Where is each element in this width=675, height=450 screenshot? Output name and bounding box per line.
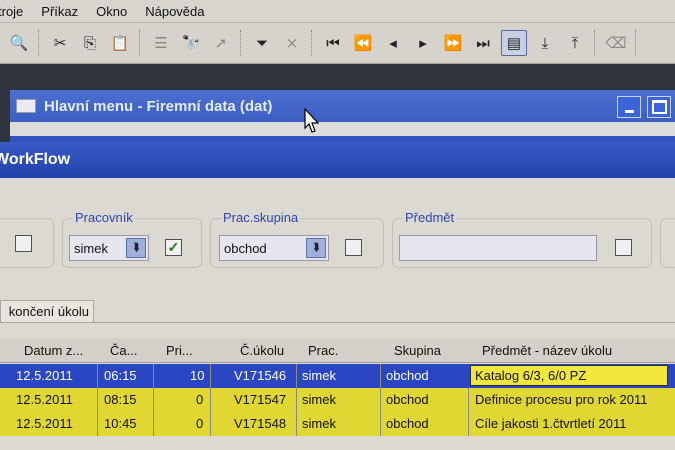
minimize-button[interactable] bbox=[617, 96, 641, 118]
toolbar: 🔍 ✂ ⎘ 📋 ☰ 🔭 ➚ ⏷ ⨯ ⏮ ⏪ ◂ ▸ ⏩ ⏭ ▤ ⤓ ⤒ ⌫ bbox=[0, 23, 675, 64]
copy-icon[interactable]: ⎘ bbox=[78, 31, 102, 55]
col-date[interactable]: Datum z... bbox=[24, 343, 83, 358]
paste-icon[interactable]: 📋 bbox=[108, 31, 132, 55]
cell-time: 06:15 bbox=[104, 368, 137, 383]
find-next-icon[interactable]: ➚ bbox=[209, 31, 233, 55]
main-menu-window: Hlavní menu - Firemní data (dat) bbox=[10, 90, 675, 150]
dropdown-arrow-icon[interactable]: ⮯ bbox=[126, 238, 146, 258]
cell-task-number: V171546 bbox=[234, 368, 287, 383]
main-menu-body bbox=[10, 122, 675, 136]
next-page-icon[interactable]: ⏩ bbox=[441, 31, 465, 55]
worker-label: Pracovník bbox=[73, 210, 135, 225]
toolbar-separator bbox=[594, 30, 597, 56]
workflow-titlebar[interactable]: WorkFlow bbox=[0, 142, 675, 178]
cell-priority: 10 bbox=[190, 368, 205, 383]
prev-page-icon[interactable]: ⏪ bbox=[351, 31, 375, 55]
menu-window[interactable]: Okno bbox=[96, 4, 127, 19]
export-icon[interactable]: ⤒ bbox=[563, 31, 587, 55]
filter-group-subject: Předmět bbox=[392, 210, 652, 268]
cell-priority: 0 bbox=[196, 416, 204, 431]
subject-input[interactable] bbox=[399, 235, 597, 261]
table-row[interactable]: 12.5.2011 06:15 10 V171546 simek obchod … bbox=[0, 364, 675, 388]
next-icon[interactable]: ▸ bbox=[411, 31, 435, 55]
filter-icon[interactable]: ⏷ bbox=[250, 31, 274, 55]
filter-off-icon[interactable]: ⨯ bbox=[280, 31, 304, 55]
col-subject[interactable]: Předmět - název úkolu bbox=[482, 343, 612, 358]
main-menu-title: Hlavní menu - Firemní data (dat) bbox=[44, 97, 273, 115]
workgroup-value: obchod bbox=[224, 240, 267, 256]
find-icon[interactable]: 🔭 bbox=[179, 31, 203, 55]
main-menu-titlebar[interactable]: Hlavní menu - Firemní data (dat) bbox=[10, 90, 675, 122]
cell-subject: Definice procesu pro rok 2011 bbox=[475, 392, 648, 407]
cell-task-number: V171548 bbox=[234, 416, 287, 431]
menu-command[interactable]: Příkaz bbox=[41, 4, 78, 19]
cell-date: 12.5.2011 bbox=[16, 392, 73, 407]
worker-value: simek bbox=[74, 240, 108, 256]
filter-group-worker: Pracovník simek ⮯ ✓ bbox=[62, 210, 202, 268]
toolbar-separator bbox=[635, 30, 638, 56]
workgroup-combo[interactable]: obchod ⮯ bbox=[219, 235, 329, 261]
first-icon[interactable]: ⏮ bbox=[321, 31, 345, 55]
cell-subject: Cíle jakosti 1.čtvrtletí 2011 bbox=[475, 416, 627, 431]
menu-bar: troje Příkaz Okno Nápověda bbox=[0, 0, 675, 23]
filter-left-checkbox[interactable] bbox=[15, 235, 32, 252]
menu-tools[interactable]: troje bbox=[0, 4, 23, 19]
toolbar-separator bbox=[38, 30, 41, 56]
col-group[interactable]: Skupina bbox=[394, 343, 441, 358]
form-icon[interactable]: ▤ bbox=[501, 30, 527, 56]
cell-group: obchod bbox=[386, 368, 429, 383]
menu-help[interactable]: Nápověda bbox=[145, 4, 204, 19]
cell-priority: 0 bbox=[196, 392, 204, 407]
cell-time: 08:15 bbox=[104, 392, 137, 407]
table-header: Datum z... Ča... Pri... Č.úkolu Prac. Sk… bbox=[0, 338, 675, 363]
table-row[interactable]: 12.5.2011 08:15 0 V171547 simek obchod D… bbox=[0, 388, 675, 412]
maximize-button[interactable] bbox=[647, 96, 671, 118]
cell-task-number: V171547 bbox=[234, 392, 287, 407]
clear-icon[interactable]: ⌫ bbox=[604, 31, 628, 55]
subject-cell-editor[interactable]: Katalog 6/3, 6/0 PZ bbox=[470, 365, 668, 386]
workflow-title: WorkFlow bbox=[0, 151, 71, 168]
tab-task-completion[interactable]: končení úkolu bbox=[0, 300, 94, 322]
table-row[interactable]: 12.5.2011 10:45 0 V171548 simek obchod C… bbox=[0, 412, 675, 436]
col-worker[interactable]: Prac. bbox=[308, 343, 338, 358]
mouse-cursor-icon bbox=[304, 108, 320, 133]
workflow-window: WorkFlow Pracovník simek ⮯ ✓ Prac.skupin… bbox=[0, 142, 675, 450]
cell-worker: simek bbox=[302, 392, 336, 407]
cell-subject: Katalog 6/3, 6/0 PZ bbox=[475, 368, 587, 383]
cell-group: obchod bbox=[386, 416, 429, 431]
dropdown-arrow-icon[interactable]: ⮯ bbox=[306, 238, 326, 258]
cell-date: 12.5.2011 bbox=[16, 368, 73, 383]
col-time[interactable]: Ča... bbox=[110, 343, 137, 358]
toolbar-separator bbox=[240, 30, 243, 56]
prev-icon[interactable]: ◂ bbox=[381, 31, 405, 55]
import-icon[interactable]: ⤓ bbox=[533, 31, 557, 55]
cell-date: 12.5.2011 bbox=[16, 416, 73, 431]
properties-icon[interactable]: ☰ bbox=[149, 31, 173, 55]
cut-icon[interactable]: ✂ bbox=[48, 31, 72, 55]
col-priority[interactable]: Pri... bbox=[166, 343, 193, 358]
filter-panel: Pracovník simek ⮯ ✓ Prac.skupina obchod … bbox=[0, 188, 675, 278]
filter-group-workgroup: Prac.skupina obchod ⮯ bbox=[210, 210, 384, 268]
worker-combo[interactable]: simek ⮯ bbox=[69, 235, 149, 261]
worker-checkbox[interactable]: ✓ bbox=[165, 239, 182, 256]
cell-worker: simek bbox=[302, 416, 336, 431]
workgroup-checkbox[interactable] bbox=[345, 239, 362, 256]
toolbar-separator bbox=[311, 30, 314, 56]
subject-label: Předmět bbox=[403, 210, 457, 225]
cell-worker: simek bbox=[302, 368, 336, 383]
workgroup-label: Prac.skupina bbox=[221, 210, 301, 225]
toolbar-separator bbox=[139, 30, 142, 56]
last-icon[interactable]: ⏭ bbox=[471, 31, 495, 55]
filter-group-right bbox=[660, 218, 675, 268]
col-task-number[interactable]: Č.úkolu bbox=[240, 343, 284, 358]
tab-strip: končení úkolu bbox=[0, 300, 675, 323]
cell-group: obchod bbox=[386, 392, 429, 407]
window-icon bbox=[16, 99, 36, 113]
preview-icon[interactable]: 🔍 bbox=[7, 31, 31, 55]
filter-group-left bbox=[0, 218, 54, 268]
cell-time: 10:45 bbox=[104, 416, 137, 431]
subject-checkbox[interactable] bbox=[615, 239, 632, 256]
